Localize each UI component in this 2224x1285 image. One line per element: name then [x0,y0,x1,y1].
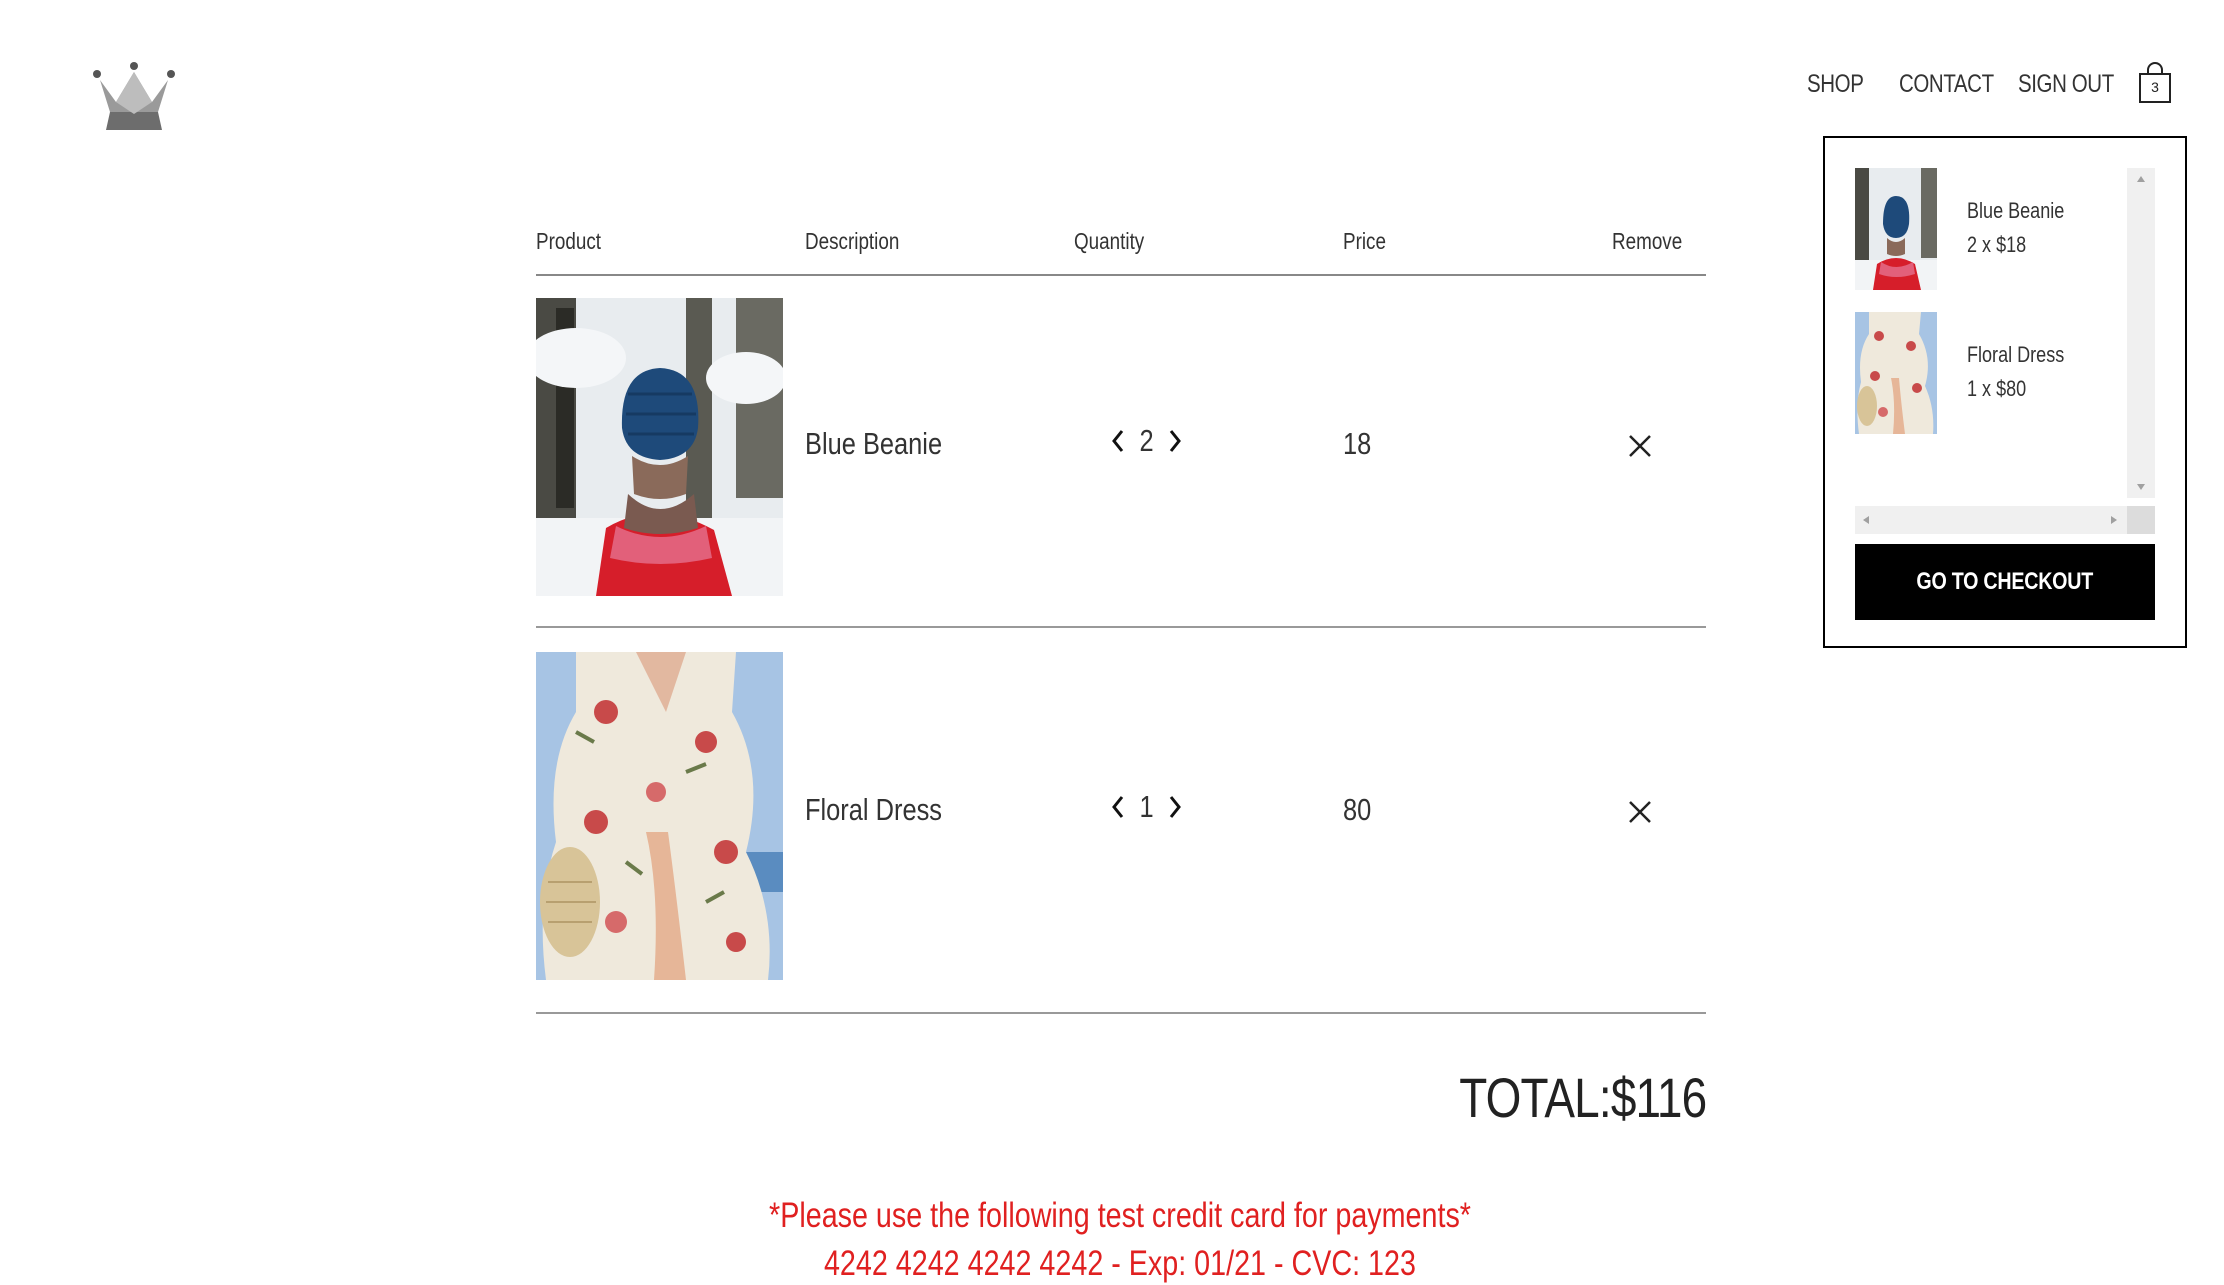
cart-dropdown: Blue Beanie 2 x $18 Floral Dress 1 x $80 [1823,136,2187,648]
table-header-row: Product Description Quantity Price Remov… [536,228,1706,276]
nav-shop-link[interactable]: SHOP [1807,70,1864,99]
checkout-button-label: GO TO CHECKOUT [1916,568,2094,595]
horizontal-scrollbar[interactable] [1855,506,2155,534]
cart-item-qty-price: 1 x $80 [1967,376,2027,401]
nav-contact-link[interactable]: CONTACT [1899,70,1994,99]
cart-item-qty-price: 2 x $18 [1967,232,2027,257]
product-description: Blue Beanie [805,426,943,461]
nav-sign-out-link[interactable]: SIGN OUT [2018,70,2114,99]
table-row: Floral Dress 1 80 [536,630,1706,1014]
cart-count-badge: 3 [2151,79,2159,95]
product-description: Floral Dress [805,792,943,827]
product-price: 18 [1343,426,1372,461]
test-card-notice-line1: *Please use the following test credit ca… [769,1196,1471,1235]
remove-item-close-icon[interactable] [1624,796,1656,828]
blue-beanie-photo [536,298,783,596]
cart-item-name: Floral Dress [1967,342,2065,367]
test-card-number: 4242 4242 4242 4242 - Exp: 01/21 - CVC: … [0,1244,2224,1284]
floral-dress-thumbnail [1855,312,1937,434]
quantity-value: 2 [1139,423,1154,458]
go-to-checkout-button[interactable]: GO TO CHECKOUT [1855,544,2155,620]
product-price: 80 [1343,792,1372,827]
decrease-quantity-chevron-left-icon[interactable] [1104,423,1132,459]
vertical-scrollbar[interactable] [2127,168,2155,498]
table-row: Blue Beanie 2 18 [536,278,1706,628]
logo-crown-icon[interactable] [92,62,176,132]
quantity-stepper: 1 [1104,789,1189,825]
test-card-notice-line2: 4242 4242 4242 4242 - Exp: 01/21 - CVC: … [824,1244,1416,1283]
blue-beanie-thumbnail [1855,168,1937,290]
header-quantity: Quantity [1074,228,1145,254]
cart-items-list: Blue Beanie 2 x $18 Floral Dress 1 x $80 [1855,168,2155,498]
header-description: Description [805,228,900,254]
header-remove: Remove [1612,228,1683,254]
cart-item: Blue Beanie 2 x $18 [1855,168,2135,290]
header-product: Product [536,228,601,254]
shopping-bag-icon[interactable]: 3 [2137,62,2173,104]
decrease-quantity-chevron-left-icon[interactable] [1104,789,1132,825]
cart-item: Floral Dress 1 x $80 [1855,312,2135,434]
cart-item-name: Blue Beanie [1967,198,2065,223]
header-price: Price [1343,228,1386,254]
quantity-stepper: 2 [1104,423,1189,459]
order-total: TOTAL:$116 [1458,1066,1707,1129]
increase-quantity-chevron-right-icon[interactable] [1161,789,1189,825]
quantity-value: 1 [1139,789,1154,824]
test-card-notice: *Please use the following test credit ca… [0,1196,2224,1236]
increase-quantity-chevron-right-icon[interactable] [1161,423,1189,459]
remove-item-close-icon[interactable] [1624,430,1656,462]
floral-dress-photo [536,652,783,980]
